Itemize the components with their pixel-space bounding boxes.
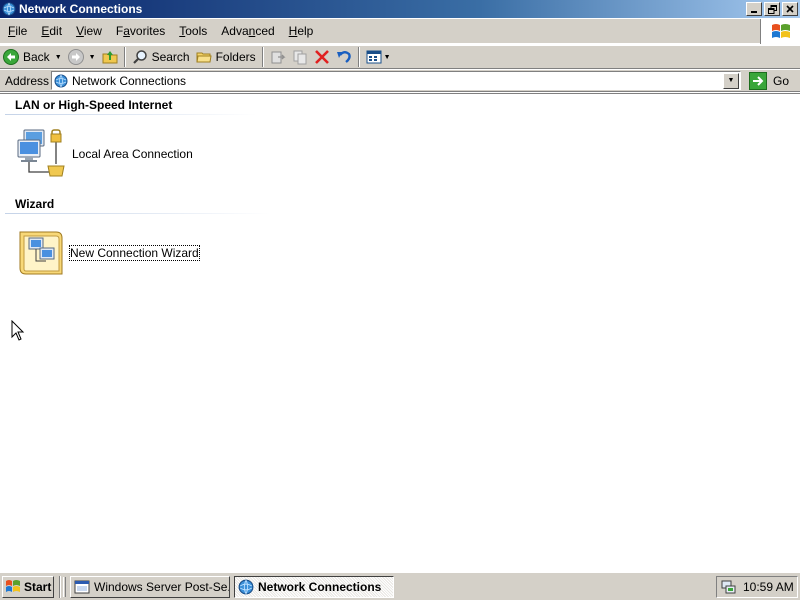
chevron-down-icon: ▼ bbox=[727, 77, 735, 84]
back-arrow-icon bbox=[3, 49, 19, 65]
taskbar-grip[interactable] bbox=[63, 576, 66, 597]
move-to-button[interactable] bbox=[267, 47, 289, 67]
taskbar: Start Windows Server Post-Se... Network … bbox=[0, 572, 800, 600]
address-dropdown-button[interactable]: ▼ bbox=[723, 72, 739, 89]
network-connection-icon bbox=[17, 129, 65, 177]
copy-to-icon bbox=[293, 50, 307, 65]
delete-x-icon bbox=[314, 50, 329, 64]
task-label: Network Connections bbox=[258, 579, 382, 594]
menu-edit[interactable]: Edit bbox=[35, 24, 68, 38]
go-label: Go bbox=[773, 73, 790, 88]
search-label: Search bbox=[151, 50, 190, 64]
start-button[interactable]: Start bbox=[2, 575, 54, 598]
views-button[interactable]: ▼ bbox=[363, 47, 394, 67]
search-icon bbox=[132, 50, 147, 64]
server-window-icon bbox=[74, 580, 90, 593]
go-button[interactable]: Go bbox=[749, 71, 790, 90]
minimize-button[interactable] bbox=[746, 2, 762, 16]
forward-dropdown-icon[interactable]: ▼ bbox=[89, 54, 96, 61]
restore-button[interactable] bbox=[764, 2, 780, 16]
start-label: Start bbox=[24, 579, 52, 594]
toolbar-separator bbox=[357, 47, 360, 67]
group-divider bbox=[5, 114, 257, 115]
undo-button[interactable] bbox=[333, 47, 355, 67]
undo-icon bbox=[336, 51, 351, 63]
group-header-wizard: Wizard bbox=[15, 197, 55, 211]
network-globe-icon bbox=[54, 74, 68, 87]
close-button[interactable] bbox=[782, 2, 798, 16]
task-label: Windows Server Post-Se... bbox=[94, 579, 229, 594]
window-title: Network Connections bbox=[19, 2, 143, 16]
windows-logo bbox=[760, 19, 800, 44]
folders-icon bbox=[196, 52, 212, 63]
local-area-connection-item[interactable]: Local Area Connection bbox=[16, 128, 193, 180]
group-header-lan: LAN or High-Speed Internet bbox=[15, 98, 173, 112]
search-button[interactable]: Search bbox=[129, 47, 193, 67]
back-button[interactable]: Back ▼ bbox=[0, 47, 65, 67]
menu-view[interactable]: View bbox=[70, 24, 108, 38]
task-button-network-connections[interactable]: Network Connections bbox=[234, 575, 394, 598]
minimize-icon bbox=[751, 11, 757, 13]
close-icon bbox=[786, 5, 794, 13]
address-input[interactable]: Network Connections ▼ bbox=[51, 71, 741, 90]
network-globe-icon bbox=[2, 2, 16, 16]
menu-tools[interactable]: Tools bbox=[173, 24, 213, 38]
address-label: Address bbox=[5, 73, 50, 88]
address-value: Network Connections bbox=[72, 73, 187, 88]
menu-advanced[interactable]: Advanced bbox=[215, 24, 280, 38]
copy-to-button[interactable] bbox=[289, 47, 311, 67]
delete-button[interactable] bbox=[311, 47, 333, 67]
windows-flag-icon bbox=[6, 580, 20, 592]
menu-favorites[interactable]: Favorites bbox=[110, 24, 171, 38]
mouse-cursor-icon bbox=[11, 320, 25, 341]
go-arrow-icon bbox=[749, 71, 767, 90]
forward-button[interactable]: ▼ bbox=[65, 47, 99, 67]
menu-bar: File Edit View Favorites Tools Advanced … bbox=[0, 19, 800, 44]
menu-help[interactable]: Help bbox=[283, 24, 320, 38]
network-globe-icon bbox=[238, 579, 254, 594]
folders-button[interactable]: Folders bbox=[193, 47, 259, 67]
views-icon bbox=[366, 50, 382, 64]
restore-icon bbox=[767, 4, 777, 14]
toolbar-separator bbox=[261, 47, 264, 67]
back-dropdown-icon[interactable]: ▼ bbox=[55, 54, 62, 61]
menu-file[interactable]: File bbox=[2, 24, 33, 38]
views-dropdown-icon[interactable]: ▼ bbox=[384, 54, 391, 61]
wizard-icon bbox=[19, 231, 63, 275]
title-bar[interactable]: Network Connections bbox=[0, 0, 800, 18]
clock: 10:59 AM bbox=[743, 580, 794, 594]
new-connection-wizard-label: New Connection Wizard bbox=[69, 245, 200, 261]
move-to-icon bbox=[271, 51, 286, 64]
new-connection-wizard-item[interactable]: New Connection Wizard bbox=[16, 228, 200, 278]
up-folder-button[interactable] bbox=[99, 47, 121, 67]
system-tray: 10:59 AM bbox=[716, 576, 798, 598]
task-button-post-setup[interactable]: Windows Server Post-Se... bbox=[70, 575, 230, 598]
forward-arrow-icon bbox=[67, 49, 84, 65]
windows-flag-icon bbox=[771, 23, 790, 38]
network-status-icon[interactable] bbox=[721, 579, 737, 595]
back-label: Back bbox=[23, 50, 50, 64]
up-folder-icon bbox=[102, 51, 118, 64]
group-divider bbox=[5, 213, 270, 214]
local-area-connection-label: Local Area Connection bbox=[72, 147, 193, 161]
toolbar-separator bbox=[123, 47, 126, 67]
folder-content-pane[interactable]: LAN or High-Speed Internet Local Area Co… bbox=[0, 93, 800, 572]
folders-label: Folders bbox=[215, 50, 256, 64]
standard-toolbar: Back ▼ ▼ Search Folders ▼ bbox=[0, 45, 800, 69]
address-bar: Address Network Connections ▼ Go bbox=[0, 69, 800, 92]
taskbar-separator bbox=[59, 575, 61, 598]
